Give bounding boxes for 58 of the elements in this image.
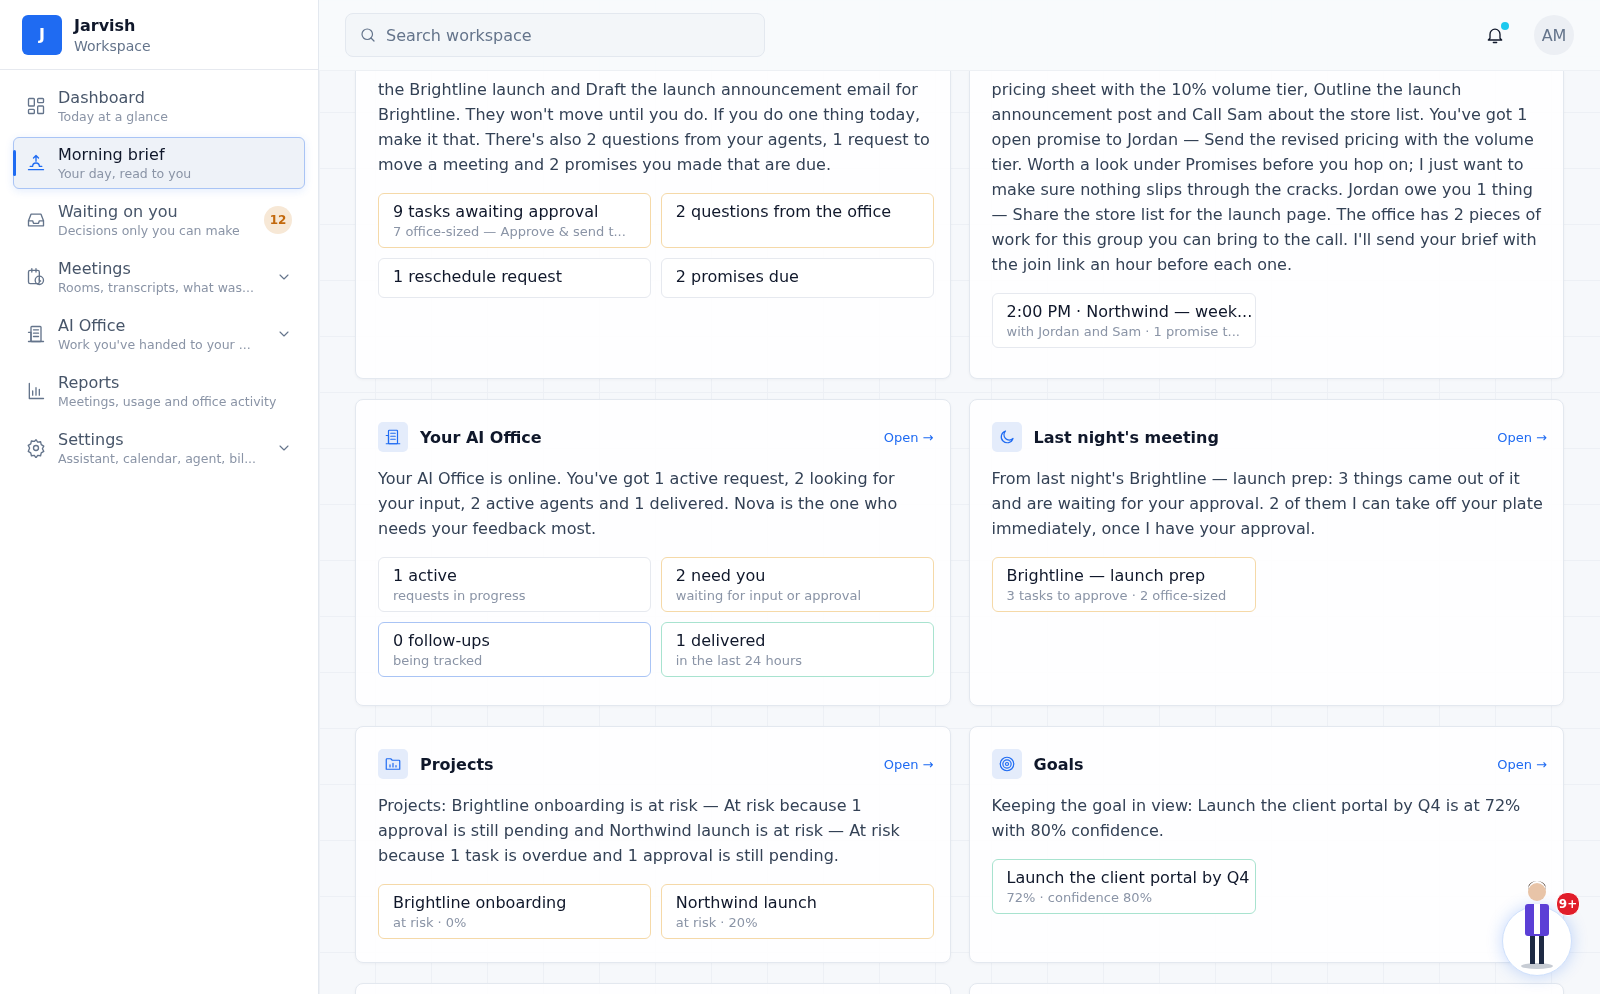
sidebar-item[interactable]: Waiting on you Decisions only you can make 12 xyxy=(13,194,305,246)
calendar-clock-icon xyxy=(26,267,46,287)
sidebar-item[interactable]: Dashboard Today at a glance xyxy=(13,80,305,132)
building-icon xyxy=(26,324,46,344)
summary-chip[interactable]: Northwind launch at risk · 20% xyxy=(660,884,934,939)
summary-chip[interactable]: 0 follow-ups being tracked xyxy=(378,622,651,677)
summary-chip[interactable]: 2 promises due xyxy=(660,258,934,298)
search-icon xyxy=(359,26,377,44)
sidebar-item[interactable]: Reports Meetings, usage and office activity xyxy=(13,365,305,417)
card-text: Projects: Brightline onboarding is at risk — At risk because 1 approval is still pending and Northwind launch is at risk — At risk because 1 task is overdue and 1 approval is still pending. xyxy=(378,795,901,867)
card-text: Your AI Office is online. You've got 1 active request, 2 looking for your input, 2 active agents and 1 delivered. Nova is the one who needs your feedback most. xyxy=(378,468,899,540)
search-field[interactable]: Search workspace xyxy=(345,13,765,57)
card-text: From last night's Brightline — launch prep: 3 things came out of it and are waiting for your approval. 2 of them I can take off your plate immediately, once I have your approval. xyxy=(991,468,1544,540)
sidebar-item[interactable]: Morning brief Your day, read to you xyxy=(13,137,305,189)
dashboard-icon xyxy=(26,96,46,116)
card-title: Your AI Office xyxy=(420,427,543,447)
summary-chip[interactable]: 2:00 PM · Northwind — week... with Jordan and Sam · 1 promise t... xyxy=(991,293,1256,348)
summary-chip[interactable]: 2 need you waiting for input or approval xyxy=(660,557,934,612)
open-link[interactable]: Open → xyxy=(1497,756,1547,772)
card-title: Last night's meeting xyxy=(1033,427,1220,447)
card-title: Projects xyxy=(420,754,495,774)
summary-chip[interactable]: 1 reschedule request xyxy=(378,258,651,298)
sidebar-item[interactable]: Settings Assistant, calendar, agent, bil... xyxy=(13,422,305,474)
card-text: the Brightline launch and Draft the launch announcement email for Brightline. They won't move until you do. If you do one thing today, make it that. There's also 2 questions from your agents, 1 request to move a meeting and 2 promises you made that are due. xyxy=(378,79,931,176)
card-title: Goals xyxy=(1033,754,1085,774)
logo: J xyxy=(22,14,62,55)
settings-icon xyxy=(26,438,46,458)
summary-chip[interactable]: 2 questions from the office xyxy=(660,193,934,248)
card-text: pricing sheet with the 10% volume tier, Outline the launch announcement post and Call Sam about the store list. You've got 1 open promise to Jordan — Send the revised pricing with the volume tier. Worth a look under Promises before you hop on; I just want to make sure nothing slips through the cracks. Jordan owe you 1 thing — Share the store list for the launch page. The office has 2 pieces of work for this group you can bring to the call. I'll send your brief with the join link an hour before each one. xyxy=(991,79,1543,276)
card-text: Keeping the goal in view: Launch the client portal by Q4 is at 72% with 80% confidence. xyxy=(991,795,1522,842)
brand-subtitle: Workspace xyxy=(74,37,151,54)
summary-chip[interactable]: 1 delivered in the last 24 hours xyxy=(660,622,934,677)
moon-tile-icon xyxy=(991,422,1022,452)
summary-chip[interactable]: Brightline onboarding at risk · 0% xyxy=(378,884,651,939)
item-subtitle: Your day, read to you xyxy=(58,166,193,181)
summary-chip[interactable]: Brightline — launch prep 3 tasks to approve · 2 office-sized xyxy=(991,557,1256,612)
item-subtitle: Assistant, calendar, agent, bil... xyxy=(58,451,258,466)
summary-chip[interactable]: Launch the client portal by Q4 72% · confidence 80% xyxy=(991,859,1256,914)
item-subtitle: Today at a glance xyxy=(58,109,169,124)
open-link[interactable]: Open → xyxy=(1497,429,1547,445)
target-tile-icon xyxy=(991,749,1022,779)
item-subtitle: Rooms, transcripts, what was... xyxy=(58,280,255,295)
bar-chart-icon xyxy=(26,381,46,401)
count-badge: 12 xyxy=(264,206,292,234)
item-subtitle: Work you've handed to your ... xyxy=(58,337,252,352)
brand-name: Jarvish xyxy=(74,15,137,35)
summary-chip[interactable]: 9 tasks awaiting approval 7 office-sized — Approve & send t... xyxy=(378,193,651,248)
open-link[interactable]: Open → xyxy=(883,756,934,772)
folder-chart-tile-icon xyxy=(378,749,408,779)
user-avatar[interactable]: AM xyxy=(1534,15,1574,55)
open-link[interactable]: Open → xyxy=(883,429,934,445)
item-subtitle: Meetings, usage and office activity xyxy=(58,394,278,409)
sunrise-icon xyxy=(26,153,46,173)
sidebar-item[interactable]: Meetings Rooms, transcripts, what was... xyxy=(13,251,305,303)
sidebar-item[interactable]: AI Office Work you've handed to your ... xyxy=(13,308,305,360)
item-subtitle: Decisions only you can make xyxy=(58,223,241,238)
building-tile-icon xyxy=(378,422,408,452)
summary-chip[interactable]: 1 active requests in progress xyxy=(378,557,651,612)
